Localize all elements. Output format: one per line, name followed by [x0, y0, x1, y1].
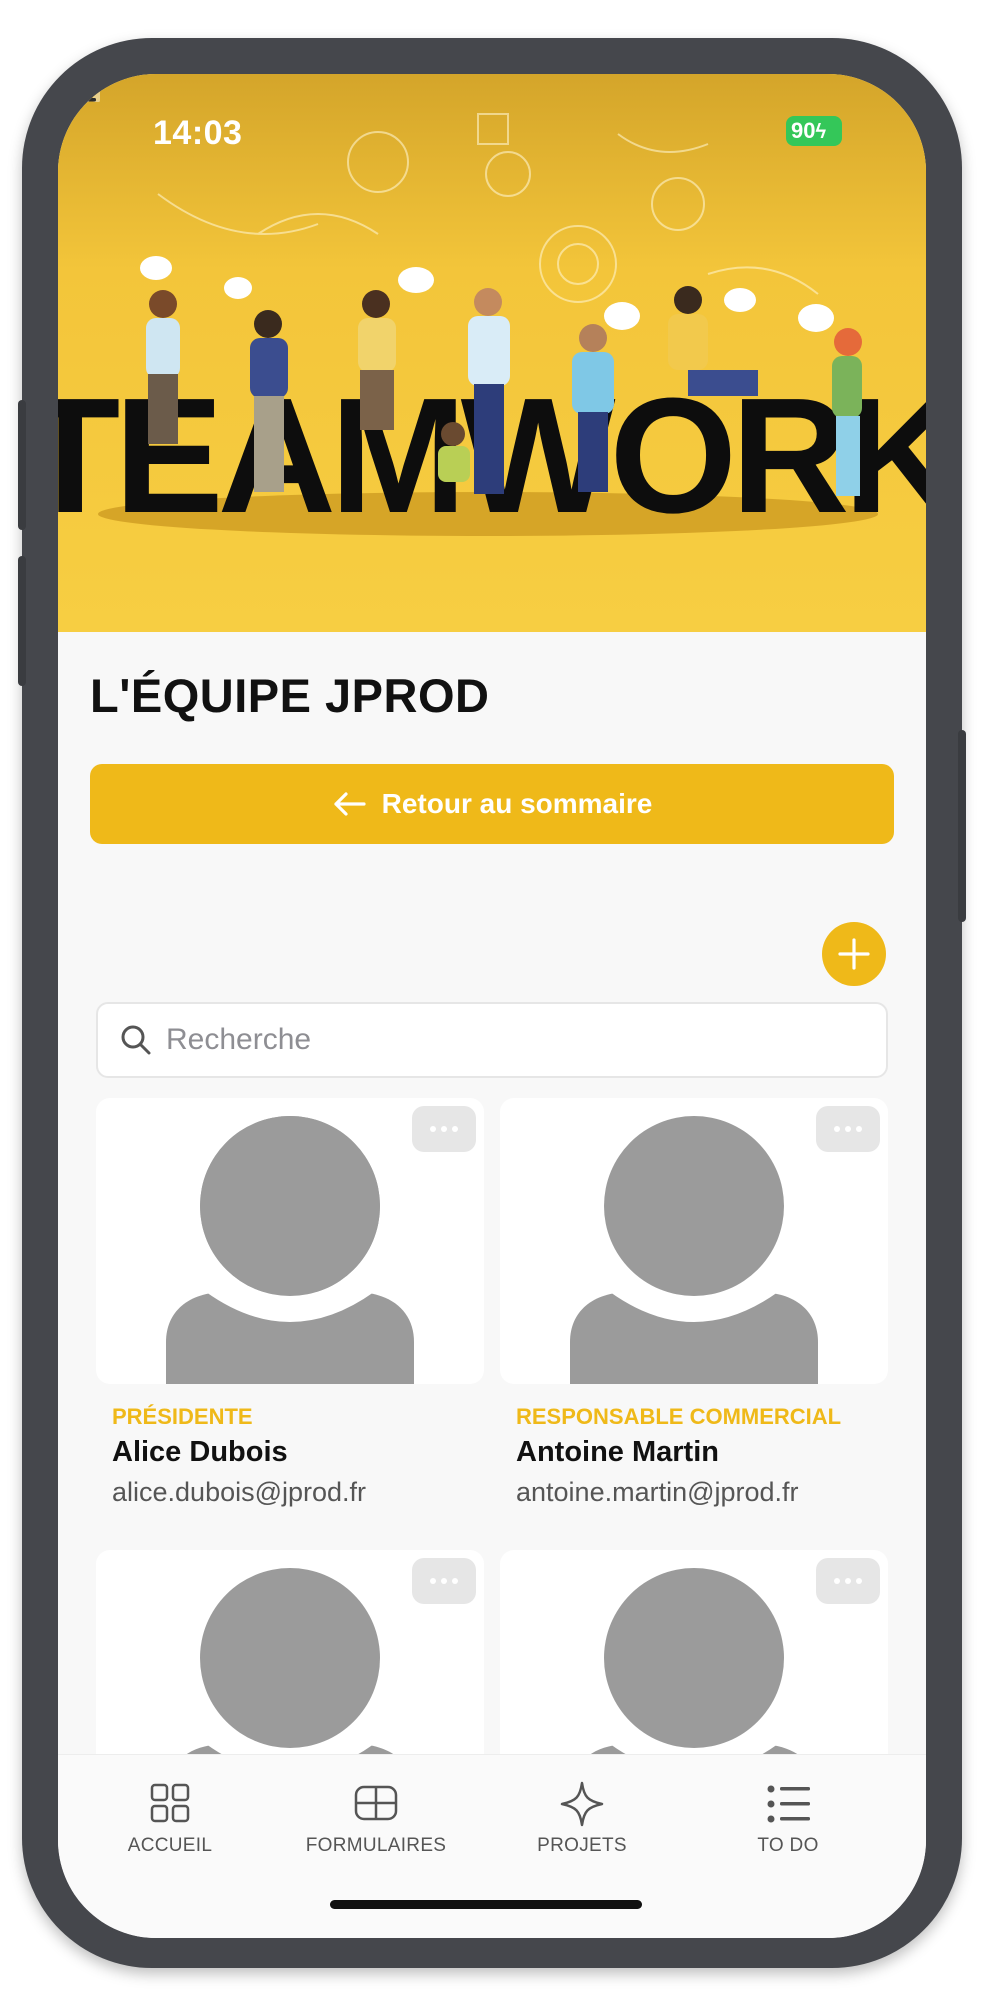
search-input[interactable] — [166, 1023, 866, 1057]
plus-icon — [838, 938, 870, 970]
bottom-tab-bar: ACCUEIL FORMULAIRES PROJETS TO DO — [58, 1754, 926, 1938]
arrow-left-icon — [334, 792, 366, 816]
tab-label: ACCUEIL — [127, 1835, 213, 1856]
form-icon — [354, 1785, 398, 1821]
member-role: PRÉSIDENTE — [112, 1404, 253, 1429]
member-name: Antoine Martin — [516, 1436, 719, 1468]
page-title: L'ÉQUIPE JPROD — [90, 669, 490, 722]
tab-label: FORMULAIRES — [305, 1835, 447, 1856]
member-email: antoine.martin@jprod.fr — [516, 1477, 799, 1507]
home-indicator — [330, 1900, 642, 1909]
list-icon — [767, 1785, 810, 1823]
more-options-button[interactable] — [412, 1558, 476, 1604]
member-name: Alice Dubois — [112, 1436, 288, 1468]
member-photo — [96, 1098, 484, 1384]
status-bar: 14:03 90ϟ — [58, 74, 926, 174]
charging-bolt-icon: ϟ — [815, 121, 827, 143]
member-card[interactable]: PRÉSIDENTE Alice Dubois alice.dubois@jpr… — [96, 1098, 484, 1508]
battery-level: 90 — [791, 118, 816, 143]
back-button-label: Retour au sommaire — [381, 788, 653, 819]
tab-formulaires[interactable]: FORMULAIRES — [276, 1779, 476, 1857]
back-to-summary-button[interactable]: Retour au sommaire — [90, 764, 894, 844]
search-bar[interactable] — [96, 1002, 888, 1078]
member-role: RESPONSABLE COMMERCIAL — [516, 1404, 842, 1429]
status-time: 14:03 — [153, 114, 243, 152]
side-button-mute — [18, 400, 26, 530]
tab-projets[interactable]: PROJETS — [482, 1779, 682, 1857]
tab-label: PROJETS — [537, 1835, 627, 1856]
member-photo — [500, 1098, 888, 1384]
more-options-button[interactable] — [412, 1106, 476, 1152]
more-options-button[interactable] — [816, 1106, 880, 1152]
hero-banner: TEAMWORK 14:03 — [58, 74, 926, 632]
tab-accueil[interactable]: ACCUEIL — [70, 1779, 270, 1857]
grid-icon — [150, 1783, 190, 1823]
search-icon — [121, 1025, 151, 1055]
more-options-button[interactable] — [816, 1558, 880, 1604]
member-card[interactable]: RESPONSABLE COMMERCIAL Antoine Martin an… — [500, 1098, 888, 1508]
app-screen: TEAMWORK 14:03 — [58, 74, 926, 1938]
add-member-button[interactable] — [822, 922, 886, 986]
side-button-volume — [18, 556, 26, 686]
hamburger-menu-icon[interactable] — [58, 74, 98, 106]
tab-label: TO DO — [757, 1835, 819, 1856]
member-email: alice.dubois@jprod.fr — [112, 1477, 367, 1507]
battery-indicator: 90ϟ — [786, 116, 842, 146]
tab-to-do[interactable]: TO DO — [688, 1779, 888, 1857]
sparkle-icon — [560, 1781, 604, 1827]
side-button-power — [958, 730, 966, 922]
